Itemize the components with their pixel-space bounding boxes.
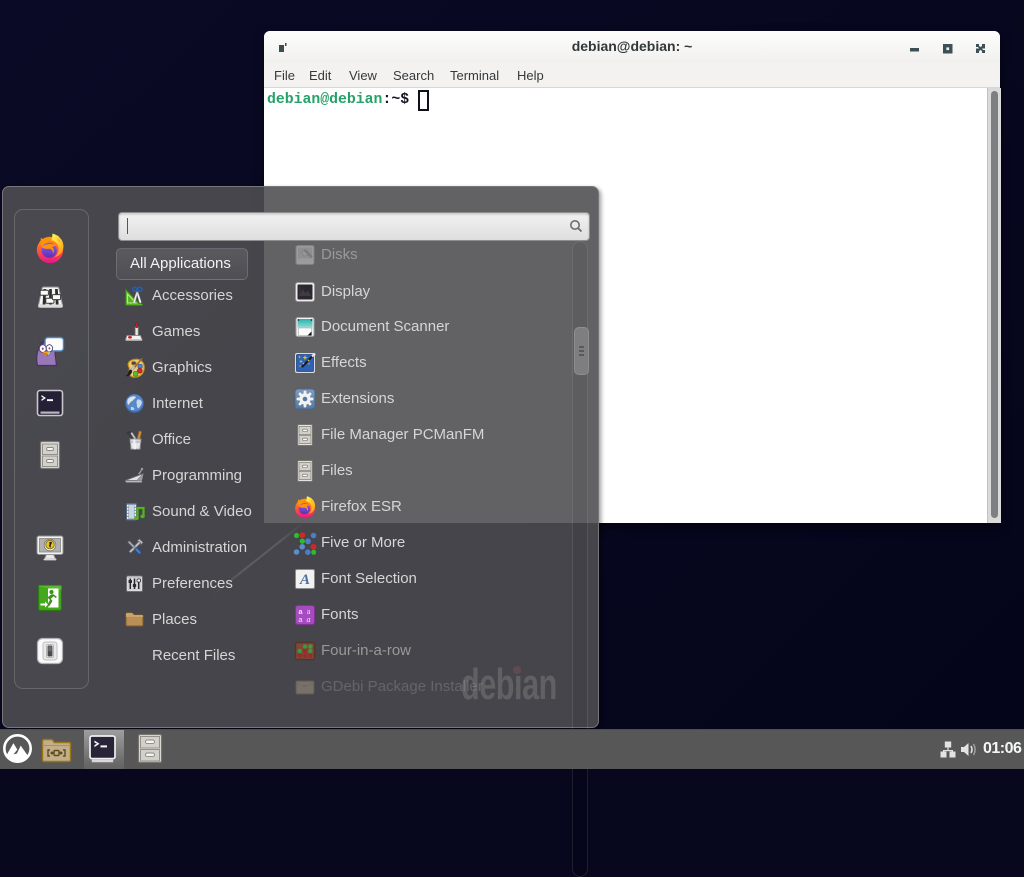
svg-text:a: a: [307, 615, 311, 624]
svg-text:A: A: [299, 572, 310, 588]
